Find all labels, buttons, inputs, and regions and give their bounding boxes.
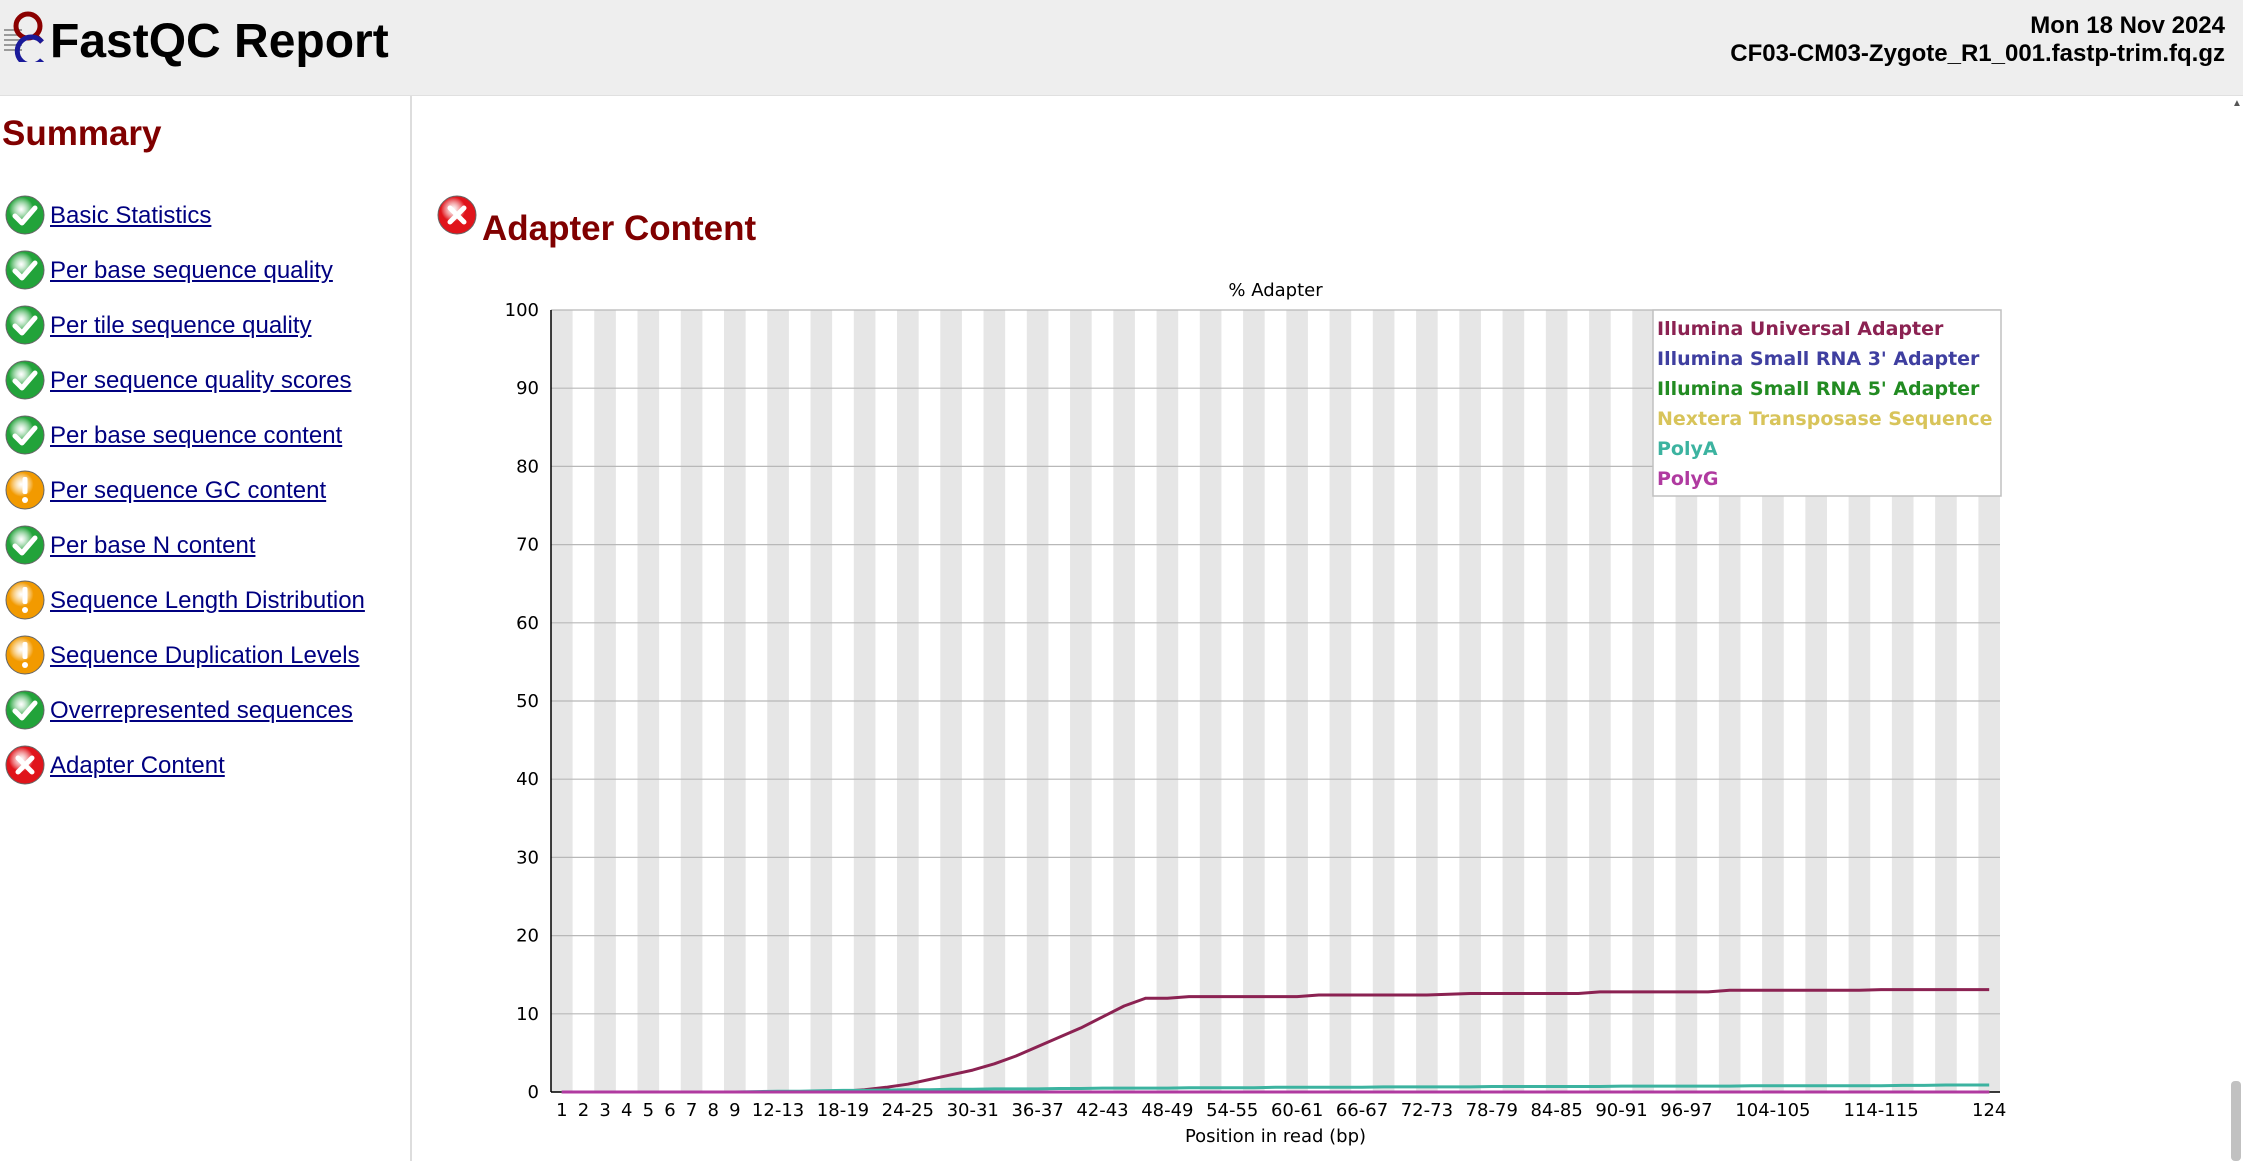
pass-icon — [5, 525, 45, 565]
warn-icon — [5, 580, 45, 620]
warn-icon — [5, 635, 45, 675]
x-axis-title: Position in read (bp) — [1185, 1126, 1366, 1147]
legend-entry: PolyG — [1657, 468, 1718, 490]
x-tick-label: 12-13 — [752, 1100, 804, 1121]
scroll-up-icon[interactable]: ▲ — [2232, 98, 2242, 109]
y-tick-label: 70 — [516, 535, 539, 556]
summary-link[interactable]: Adapter Content — [50, 752, 225, 780]
report-filename: CF03-CM03-Zygote_R1_001.fastp-trim.fq.gz — [1730, 40, 2225, 67]
x-tick-label: 7 — [686, 1100, 697, 1121]
chart-title: % Adapter — [1228, 280, 1323, 301]
x-tick-label: 84-85 — [1530, 1100, 1582, 1121]
summary-item: Per base sequence content — [4, 414, 365, 469]
y-tick-label: 100 — [505, 300, 539, 321]
summary-item: Sequence Length Distribution — [4, 579, 365, 634]
warn-icon — [5, 470, 45, 510]
summary-link[interactable]: Per sequence quality scores — [50, 367, 352, 395]
summary-title: Summary — [2, 114, 162, 153]
x-tick-label: 90-91 — [1595, 1100, 1647, 1121]
x-tick-label: 24-25 — [882, 1100, 934, 1121]
y-tick-label: 80 — [516, 456, 539, 477]
pass-icon — [5, 195, 45, 235]
vertical-scrollbar[interactable]: ▲ — [2229, 96, 2243, 1161]
fail-icon — [5, 745, 45, 785]
legend-entry: PolyA — [1657, 438, 1718, 460]
summary-link[interactable]: Per base sequence quality — [50, 257, 333, 285]
summary-link[interactable]: Per base N content — [50, 532, 255, 560]
legend-entry: Nextera Transposase Sequence — [1657, 408, 1993, 430]
y-tick-label: 90 — [516, 378, 539, 399]
x-tick-label: 5 — [643, 1100, 654, 1121]
x-tick-label: 78-79 — [1466, 1100, 1518, 1121]
summary-list: Basic Statistics Per base sequence qualit… — [4, 194, 365, 799]
x-tick-label: 114-115 — [1843, 1100, 1918, 1121]
report-meta: Mon 18 Nov 2024 CF03-CM03-Zygote_R1_001.… — [1730, 12, 2225, 68]
x-tick-label: 54-55 — [1206, 1100, 1258, 1121]
legend-entry: Illumina Small RNA 5' Adapter — [1657, 378, 1980, 400]
report-title: FastQC Report — [50, 15, 389, 68]
summary-item: Overrepresented sequences — [4, 689, 365, 744]
x-tick-label: 48-49 — [1141, 1100, 1193, 1121]
x-tick-label: 42-43 — [1076, 1100, 1128, 1121]
pass-icon — [5, 360, 45, 400]
fastqc-logo-icon — [4, 11, 44, 62]
y-tick-label: 10 — [516, 1004, 539, 1025]
x-tick-label: 18-19 — [817, 1100, 869, 1121]
legend-entry: Illumina Universal Adapter — [1657, 318, 1944, 340]
summary-item: Per sequence GC content — [4, 469, 365, 524]
x-tick-label: 60-61 — [1271, 1100, 1323, 1121]
summary-item: Per base sequence quality — [4, 249, 365, 304]
pass-icon — [5, 305, 45, 345]
y-tick-label: 60 — [516, 613, 539, 634]
x-tick-label: 36-37 — [1011, 1100, 1063, 1121]
x-tick-label: 72-73 — [1401, 1100, 1453, 1121]
x-tick-label: 96-97 — [1660, 1100, 1712, 1121]
summary-item: Per base N content — [4, 524, 365, 579]
summary-sidebar: Summary Basic Statistics Per base sequenc… — [0, 96, 412, 1161]
y-tick-label: 40 — [516, 769, 539, 790]
x-tick-label: 3 — [599, 1100, 610, 1121]
x-tick-label: 6 — [664, 1100, 675, 1121]
x-tick-label: 9 — [729, 1100, 740, 1121]
summary-link[interactable]: Sequence Length Distribution — [50, 587, 365, 615]
pass-icon — [5, 415, 45, 455]
x-tick-label: 8 — [707, 1100, 718, 1121]
summary-link[interactable]: Per tile sequence quality — [50, 312, 312, 340]
y-tick-label: 50 — [516, 691, 539, 712]
scrollbar-thumb[interactable] — [2231, 1081, 2241, 1161]
y-tick-label: 30 — [516, 847, 539, 868]
main-content: Adapter Content 0 10 20 30 40 50 60 70 80 90 100 1 2… — [412, 96, 2229, 1161]
pass-icon — [5, 250, 45, 290]
x-tick-label: 4 — [621, 1100, 632, 1121]
summary-item: Basic Statistics — [4, 194, 365, 249]
x-tick-label: 104-105 — [1735, 1100, 1810, 1121]
summary-link[interactable]: Sequence Duplication Levels — [50, 642, 360, 670]
summary-item: Adapter Content — [4, 744, 365, 799]
summary-item: Sequence Duplication Levels — [4, 634, 365, 689]
y-tick-label: 0 — [528, 1082, 539, 1103]
summary-link[interactable]: Per sequence GC content — [50, 477, 326, 505]
x-tick-label: 30-31 — [947, 1100, 999, 1121]
legend-entry: Illumina Small RNA 3' Adapter — [1657, 348, 1980, 370]
summary-link[interactable]: Basic Statistics — [50, 202, 211, 230]
report-date: Mon 18 Nov 2024 — [2030, 12, 2225, 39]
x-tick-label: 2 — [578, 1100, 589, 1121]
summary-link[interactable]: Overrepresented sequences — [50, 697, 353, 725]
x-tick-label: 66-67 — [1336, 1100, 1388, 1121]
summary-item: Per tile sequence quality — [4, 304, 365, 359]
y-tick-label: 20 — [516, 926, 539, 947]
summary-item: Per sequence quality scores — [4, 359, 365, 414]
report-header: FastQC Report Mon 18 Nov 2024 CF03-CM03-… — [0, 0, 2243, 96]
x-tick-label: 124 — [1972, 1100, 2006, 1121]
summary-link[interactable]: Per base sequence content — [50, 422, 342, 450]
adapter-content-chart: 0 10 20 30 40 50 60 70 80 90 100 1 2 3 4 5 6 7 8 9 12-13 18-1… — [505, 280, 2007, 1147]
x-tick-label: 1 — [556, 1100, 567, 1121]
pass-icon — [5, 690, 45, 730]
